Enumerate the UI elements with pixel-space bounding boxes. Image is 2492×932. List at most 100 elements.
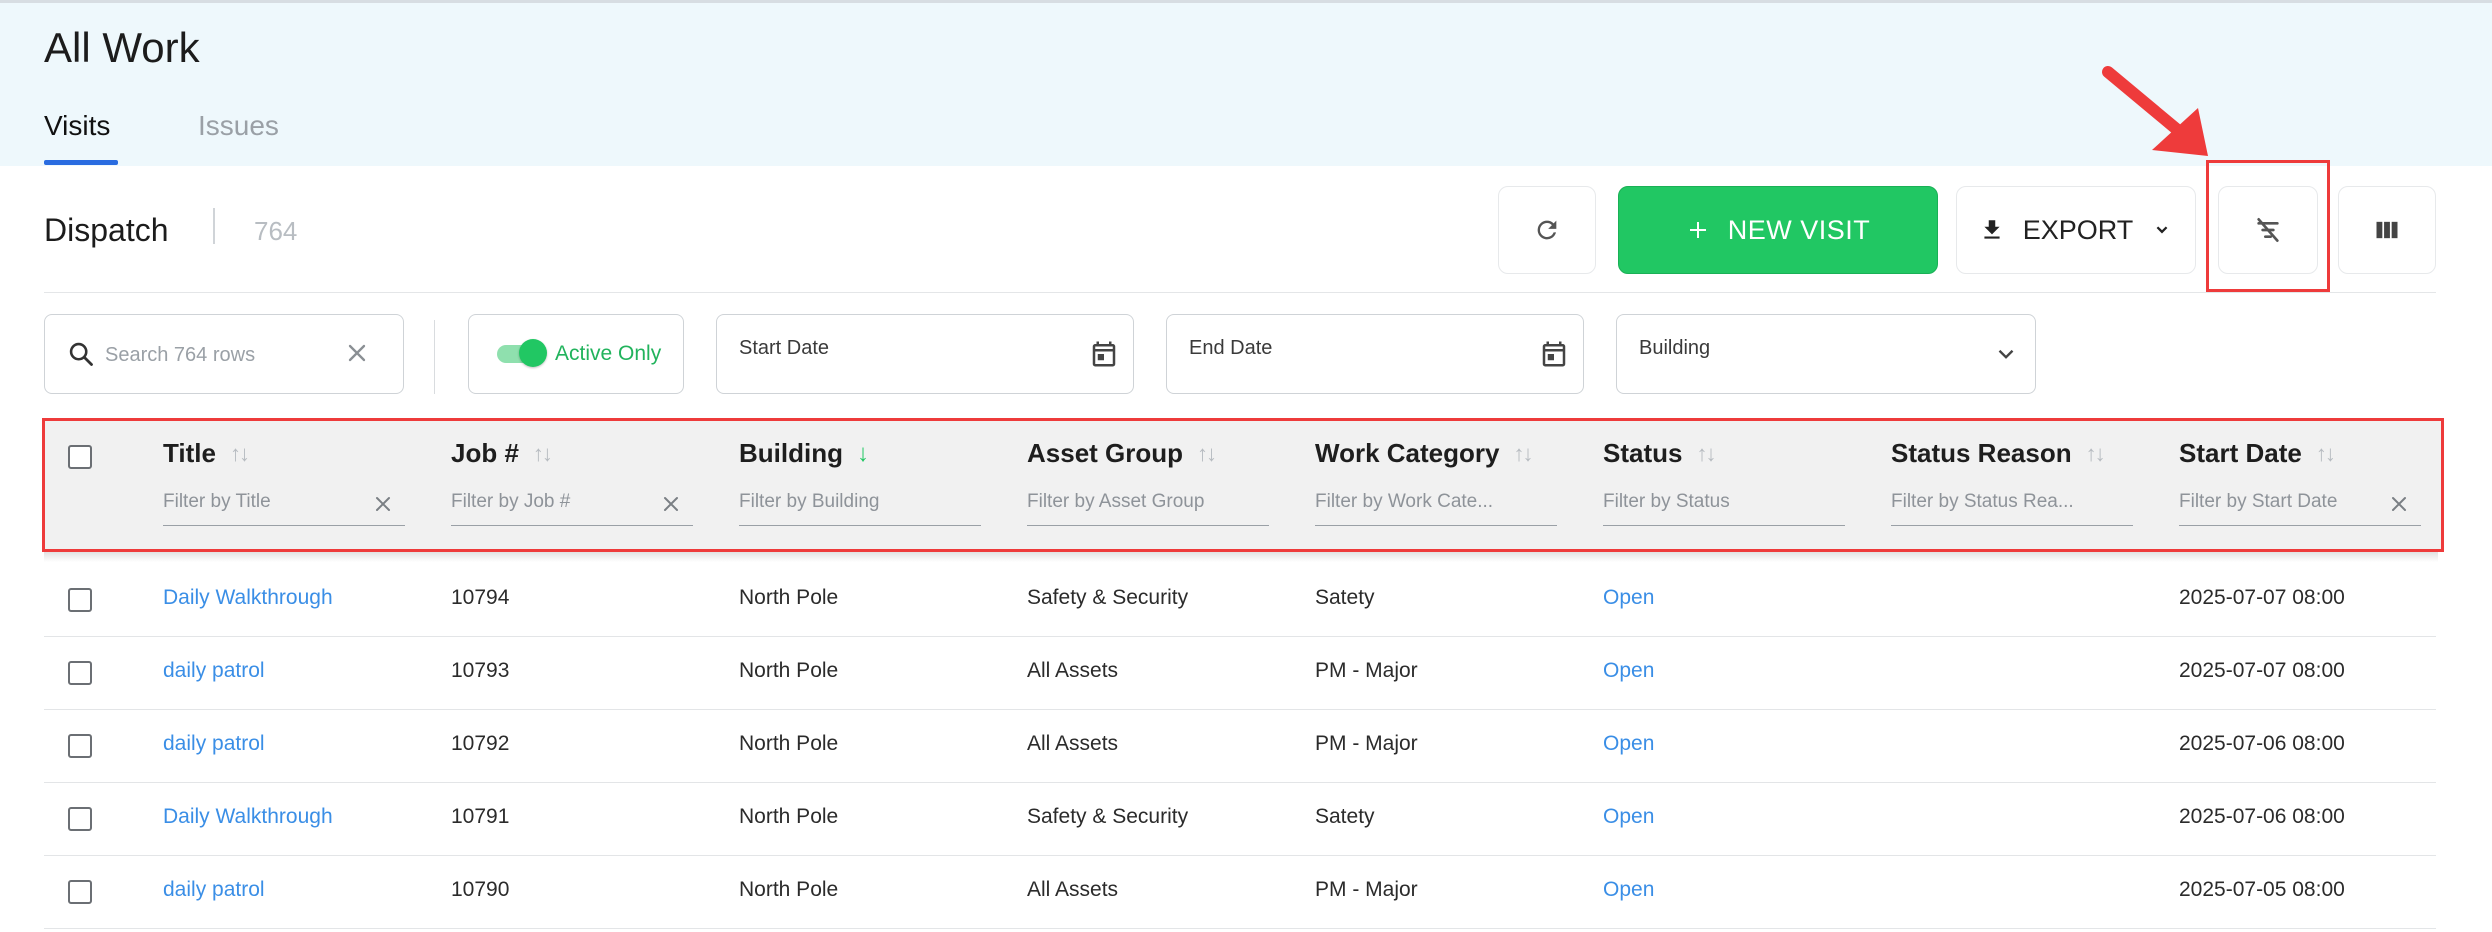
filter-status-reason[interactable] [1891, 482, 2133, 526]
close-icon[interactable] [371, 492, 395, 516]
toggle-knob [519, 339, 547, 367]
building-select[interactable]: Building [1616, 314, 2036, 394]
filter-work-category[interactable] [1315, 482, 1557, 526]
start-date-field[interactable]: Start Date [716, 314, 1134, 394]
row-building: North Pole [739, 732, 839, 755]
building-select-label: Building [1639, 337, 1711, 359]
row-work-category: PM - Major [1315, 878, 1418, 901]
filter-start-date[interactable] [2179, 482, 2421, 526]
column-header-asset-group[interactable]: Asset Group ↑↓ [1027, 438, 1217, 469]
row-title-link[interactable]: Daily Walkthrough [163, 805, 333, 829]
row-checkbox[interactable] [68, 661, 92, 685]
close-icon[interactable] [343, 339, 371, 367]
filter-title[interactable] [163, 482, 405, 526]
filter-asset-group[interactable] [1027, 482, 1269, 526]
export-button[interactable]: EXPORT [1956, 186, 2196, 274]
row-title-link[interactable]: daily patrol [163, 878, 265, 902]
sort-icon[interactable]: ↑↓ [1513, 441, 1533, 467]
row-asset-group: All Assets [1027, 732, 1119, 755]
close-icon[interactable] [659, 492, 683, 516]
search-input[interactable] [105, 339, 355, 371]
close-icon[interactable] [2387, 492, 2411, 516]
row-work-category: PM - Major [1315, 659, 1418, 682]
row-checkbox[interactable] [68, 734, 92, 758]
row-work-category: PM - Major [1315, 732, 1418, 755]
columns-button[interactable] [2338, 186, 2436, 274]
row-work-category: Satety [1315, 805, 1375, 828]
search-field[interactable] [44, 314, 404, 394]
row-job: 10793 [451, 659, 510, 682]
row-checkbox[interactable] [68, 880, 92, 904]
sort-icon[interactable]: ↑↓ [533, 441, 553, 467]
tab-issues[interactable]: Issues [198, 110, 279, 142]
table-row[interactable]: Daily Walkthrough 10794 North Pole Safet… [44, 564, 2436, 637]
column-header-job[interactable]: Job # ↑↓ [451, 438, 553, 469]
sort-icon[interactable]: ↑↓ [2086, 441, 2106, 467]
column-header-status[interactable]: Status ↑↓ [1603, 438, 1716, 469]
tab-visits[interactable]: Visits [44, 110, 110, 142]
annotation-highlight [2206, 160, 2330, 292]
filter-divider [434, 320, 435, 394]
calendar-icon[interactable] [1539, 339, 1569, 369]
row-start-date: 2025-07-07 08:00 [2179, 586, 2345, 609]
row-asset-group: All Assets [1027, 659, 1119, 682]
row-start-date: 2025-07-07 08:00 [2179, 659, 2345, 682]
end-date-field[interactable]: End Date [1166, 314, 1584, 394]
column-header-work-category[interactable]: Work Category ↑↓ [1315, 438, 1533, 469]
row-checkbox[interactable] [68, 807, 92, 831]
row-status[interactable]: Open [1603, 878, 1654, 902]
new-visit-button[interactable]: NEW VISIT [1618, 186, 1938, 274]
toggle-switch[interactable] [497, 339, 547, 367]
arrow-down-icon[interactable]: ↓ [857, 440, 869, 468]
sort-icon[interactable]: ↑↓ [1696, 441, 1716, 467]
sort-icon[interactable]: ↑↓ [2316, 441, 2336, 467]
column-header-title[interactable]: Title ↑↓ [163, 438, 250, 469]
table-row[interactable]: daily patrol 10790 North Pole All Assets… [44, 856, 2436, 929]
filter-status-input[interactable] [1603, 482, 1845, 522]
row-job: 10790 [451, 878, 510, 901]
row-status[interactable]: Open [1603, 805, 1654, 829]
active-tab-indicator [44, 160, 118, 165]
table-row[interactable]: Daily Walkthrough 10791 North Pole Safet… [44, 783, 2436, 856]
row-status[interactable]: Open [1603, 659, 1654, 683]
column-header-building[interactable]: Building ↓ [739, 438, 869, 469]
row-status[interactable]: Open [1603, 586, 1654, 610]
filter-work-category-input[interactable] [1315, 482, 1557, 522]
end-date-label: End Date [1189, 337, 1273, 359]
row-building: North Pole [739, 659, 839, 682]
row-job: 10792 [451, 732, 510, 755]
filter-status-reason-input[interactable] [1891, 482, 2133, 522]
column-header-status-reason[interactable]: Status Reason ↑↓ [1891, 438, 2106, 469]
filter-building-input[interactable] [739, 482, 981, 522]
table-row[interactable]: daily patrol 10792 North Pole All Assets… [44, 710, 2436, 783]
row-job: 10791 [451, 805, 510, 828]
row-title-link[interactable]: daily patrol [163, 732, 265, 756]
sort-icon[interactable]: ↑↓ [230, 441, 250, 467]
select-all-checkbox[interactable] [68, 445, 92, 469]
table-row[interactable]: daily patrol 10793 North Pole All Assets… [44, 637, 2436, 710]
row-start-date: 2025-07-05 08:00 [2179, 878, 2345, 901]
filter-status[interactable] [1603, 482, 1845, 526]
row-asset-group: All Assets [1027, 878, 1119, 901]
calendar-icon[interactable] [1089, 339, 1119, 369]
refresh-button[interactable] [1498, 186, 1596, 274]
filter-title-input[interactable] [163, 482, 405, 522]
sort-icon[interactable]: ↑↓ [1197, 441, 1217, 467]
search-icon [69, 342, 93, 366]
filter-job[interactable] [451, 482, 693, 526]
column-header-start-date[interactable]: Start Date ↑↓ [2179, 438, 2336, 469]
row-title-link[interactable]: Daily Walkthrough [163, 586, 333, 610]
title-divider [213, 208, 215, 244]
filter-asset-group-input[interactable] [1027, 482, 1269, 522]
annotation-arrow-icon [2102, 66, 2208, 156]
filter-job-input[interactable] [451, 482, 693, 522]
row-title-link[interactable]: daily patrol [163, 659, 265, 683]
row-status[interactable]: Open [1603, 732, 1654, 756]
filter-start-date-input[interactable] [2179, 482, 2421, 522]
active-only-toggle[interactable]: Active Only [468, 314, 684, 394]
filter-building[interactable] [739, 482, 981, 526]
row-building: North Pole [739, 805, 839, 828]
row-checkbox[interactable] [68, 588, 92, 612]
plus-icon [1689, 222, 1706, 238]
row-job: 10794 [451, 586, 510, 609]
